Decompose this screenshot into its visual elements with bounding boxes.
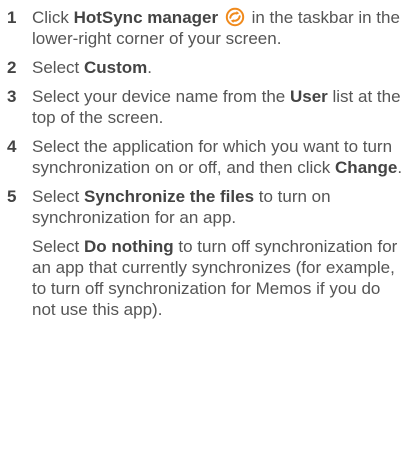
bold-term: User <box>289 87 328 106</box>
step-2: 2 Select Custom. <box>7 57 405 78</box>
step-number: 1 <box>7 8 17 27</box>
step-1: 1 Click HotSync manager in the taskbar i… <box>7 7 405 49</box>
step-text: Select the application for which you wan… <box>32 137 403 177</box>
step-text: Select Synchronize the files to turn on … <box>32 186 405 320</box>
step-4: 4 Select the application for which you w… <box>7 136 405 178</box>
step-number: 3 <box>7 87 17 106</box>
bold-term: Do nothing <box>83 237 174 256</box>
bold-term: Synchronize the files <box>83 187 255 206</box>
step-text: Select Custom. <box>32 58 152 77</box>
step-number: 2 <box>7 58 17 77</box>
bold-term: Change <box>335 158 398 177</box>
bold-term: HotSync manager <box>73 8 219 27</box>
instruction-list: 1 Click HotSync manager in the taskbar i… <box>0 0 411 462</box>
step-text: Select your device name from the User li… <box>32 87 401 127</box>
step-note: Select Do nothing to turn off synchroniz… <box>32 237 398 319</box>
step-number: 4 <box>7 137 17 156</box>
step-5: 5 Select Synchronize the files to turn o… <box>7 186 405 320</box>
step-3: 3 Select your device name from the User … <box>7 86 405 128</box>
step-number: 5 <box>7 187 17 206</box>
hotsync-icon <box>225 7 245 27</box>
step-text: Click HotSync manager in the taskbar in … <box>32 7 400 48</box>
bold-term: Custom <box>83 58 148 77</box>
